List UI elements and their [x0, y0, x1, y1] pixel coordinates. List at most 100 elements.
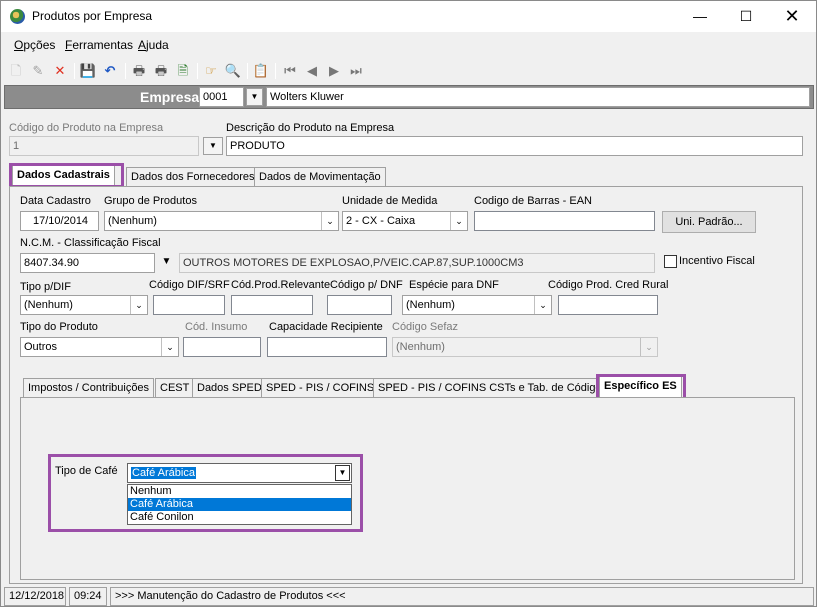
codigo-dif-label: Código DIF/SRF [149, 279, 230, 291]
ncm-label: N.C.M. - Classificação Fiscal [20, 237, 161, 249]
settings-icon[interactable]: 📋 [252, 62, 270, 80]
first-record-icon[interactable]: ⏮ [281, 62, 299, 80]
ean-field[interactable] [474, 211, 655, 231]
codigo-dif-field[interactable] [153, 295, 225, 315]
save-floppy-icon[interactable]: 💾 [79, 62, 97, 80]
codigo-produto-label: Código do Produto na Empresa [9, 122, 164, 134]
chevron-down-icon[interactable]: ⌄ [161, 338, 178, 356]
tab-impostos-contribuicoes[interactable]: Impostos / Contribuições [23, 378, 155, 398]
next-record-icon[interactable]: ▶ [325, 62, 343, 80]
codigo-sefaz-label: Código Sefaz [392, 321, 459, 333]
print-icon[interactable]: 🖶 [130, 62, 148, 80]
incentivo-fiscal-label: Incentivo Fiscal [679, 255, 755, 267]
codigo-sefaz-select[interactable]: (Nenhum) ⌄ [392, 337, 658, 357]
capacidade-recipiente-label: Capacidade Recipiente [269, 321, 383, 333]
chevron-down-icon[interactable]: ▼ [335, 465, 350, 481]
codigo-produto-dropdown[interactable]: ▼ [203, 137, 223, 155]
previous-record-icon[interactable]: ◀ [303, 62, 321, 80]
tab-sped-pis-cofins[interactable]: SPED - PIS / COFINS [261, 378, 380, 398]
empresa-bar: Empresa 0001 ▼ Wolters Kluwer [4, 85, 814, 109]
status-date: 12/12/2018 [4, 587, 66, 606]
menu-ferramentas[interactable]: Ferramentas [65, 38, 133, 52]
tipo-dif-label: Tipo p/DIF [20, 281, 71, 293]
data-cadastro-field[interactable]: 17/10/2014 [20, 211, 99, 231]
especie-dnf-label: Espécie para DNF [409, 279, 499, 291]
chevron-down-icon[interactable]: ⌄ [130, 296, 147, 314]
cred-rural-field[interactable] [558, 295, 658, 315]
capacidade-recipiente-field[interactable] [267, 337, 387, 357]
undo-icon[interactable]: ↶ [101, 62, 119, 80]
uni-padrao-button[interactable]: Uni. Padrão... [662, 211, 756, 233]
empresa-dropdown-button[interactable]: ▼ [246, 88, 263, 106]
toolbar-separator [74, 63, 75, 79]
menu-bar: Opções Ferramentas Ajuda [1, 34, 816, 56]
data-cadastro-label: Data Cadastro [20, 195, 91, 207]
descricao-produto-label: Descrição do Produto na Empresa [226, 122, 395, 134]
codigo-dnf-label: Código p/ DNF [330, 279, 403, 291]
codigo-produto-field[interactable]: 1 [9, 136, 199, 156]
chevron-down-icon: ⌄ [640, 338, 657, 356]
chevron-down-icon[interactable]: ⌄ [534, 296, 551, 314]
print-preview-icon[interactable]: 🖶 [152, 62, 170, 80]
tipo-dif-select[interactable]: (Nenhum) ⌄ [20, 295, 148, 315]
tipo-produto-select[interactable]: Outros ⌄ [20, 337, 179, 357]
hand-pointer-icon[interactable]: ☞ [202, 62, 220, 80]
tab-cest[interactable]: CEST [155, 378, 195, 398]
empresa-code-field[interactable]: 0001 [199, 87, 244, 107]
app-globe-icon [10, 9, 25, 24]
highlight-tab-dados-cadastrais [9, 163, 124, 188]
tipo-cafe-select[interactable]: Café Arábica ▼ [127, 463, 352, 483]
grupo-produtos-select[interactable]: (Nenhum) ⌄ [104, 211, 339, 231]
tab-dados-movimentacao[interactable]: Dados de Movimentação [254, 167, 386, 187]
minimize-button[interactable]: — [677, 1, 723, 32]
tipo-produto-label: Tipo do Produto [20, 321, 98, 333]
unidade-medida-select[interactable]: 2 - CX - Caixa ⌄ [342, 211, 468, 231]
menu-ajuda[interactable]: Ajuda [138, 38, 169, 52]
cod-insumo-label: Cód. Insumo [185, 321, 248, 333]
cod-prod-relevante-label: Cód.Prod.Relevante [231, 279, 331, 291]
descricao-produto-field[interactable]: PRODUTO [226, 136, 803, 156]
status-bar: 12/12/2018 09:24 >>> Manutenção do Cadas… [4, 587, 814, 606]
edit-pencil-icon[interactable]: ✎ [29, 62, 47, 80]
empresa-name-field[interactable]: Wolters Kluwer [266, 87, 810, 107]
ncm-field[interactable]: 8407.34.90 [20, 253, 155, 273]
tipo-cafe-dropdown-list: Nenhum Café Arábica Café Conilon [127, 484, 352, 525]
status-time: 09:24 [69, 587, 107, 606]
title-bar: Produtos por Empresa — ☐ ✕ [1, 1, 816, 32]
app-window: Produtos por Empresa — ☐ ✕ Opções Ferram… [0, 0, 817, 607]
tipo-cafe-label: Tipo de Café [55, 465, 118, 477]
menu-opcoes[interactable]: Opções [14, 38, 55, 52]
tab-dados-fornecedores[interactable]: Dados dos Fornecedores [126, 167, 260, 187]
incentivo-fiscal-checkbox[interactable] [664, 255, 677, 268]
maximize-button[interactable]: ☐ [723, 1, 769, 32]
chevron-down-icon[interactable]: ⌄ [321, 212, 338, 230]
window-title: Produtos por Empresa [32, 9, 153, 23]
search-magnifier-icon[interactable]: 🔍 [224, 62, 242, 80]
status-message: >>> Manutenção do Cadastro de Produtos <… [110, 587, 814, 606]
ncm-dropdown-button[interactable]: ▼ [158, 254, 175, 272]
chevron-down-icon[interactable]: ⌄ [450, 212, 467, 230]
list-item[interactable]: Nenhum [128, 485, 351, 498]
tab-dados-sped[interactable]: Dados SPED [192, 378, 267, 398]
new-document-icon[interactable]: 🗋 [7, 62, 25, 80]
list-item[interactable]: Café Arábica [128, 498, 351, 511]
export-icon[interactable]: 🗎 [174, 62, 192, 80]
toolbar-separator [125, 63, 126, 79]
ean-label: Codigo de Barras - EAN [474, 195, 592, 207]
ncm-description-field: OUTROS MOTORES DE EXPLOSAO,P/VEIC.CAP.87… [179, 253, 655, 273]
unidade-medida-label: Unidade de Medida [342, 195, 438, 207]
especie-dnf-select[interactable]: (Nenhum) ⌄ [402, 295, 552, 315]
list-item[interactable]: Café Conilon [128, 511, 351, 524]
cred-rural-label: Código Prod. Cred Rural [548, 279, 669, 291]
last-record-icon[interactable]: ⏭ [347, 62, 365, 80]
toolbar-separator [247, 63, 248, 79]
tab-sped-pis-cofins-csts[interactable]: SPED - PIS / COFINS CSTs e Tab. de Códig… [373, 378, 613, 398]
cod-prod-relevante-field[interactable] [231, 295, 313, 315]
codigo-dnf-field[interactable] [327, 295, 392, 315]
empresa-label: Empresa [140, 89, 200, 105]
close-button[interactable]: ✕ [769, 1, 815, 32]
toolbar-separator [275, 63, 276, 79]
toolbar-separator [197, 63, 198, 79]
delete-x-icon[interactable]: ✕ [51, 62, 69, 80]
cod-insumo-field[interactable] [183, 337, 261, 357]
